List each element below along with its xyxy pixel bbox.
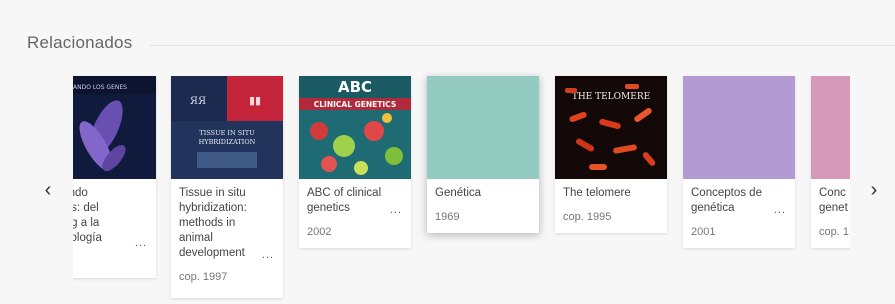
book-card[interactable]: Genética 1969 <box>427 76 539 233</box>
svg-text:▮▮: ▮▮ <box>249 94 261 107</box>
svg-text:ЯЯ: ЯЯ <box>190 96 206 107</box>
book-card[interactable]: Conceptos de genética ... 2001 <box>683 76 795 248</box>
book-year: cop. 1 <box>819 226 849 238</box>
book-cover: ABC CLINICAL GENETICS <box>299 76 411 179</box>
book-cover: ANDO LOS GENES <box>73 76 156 179</box>
section-header: Relacionados <box>27 28 895 58</box>
chevron-right-icon: › <box>870 178 878 201</box>
book-title: Tissue in situ hybridization: methods in… <box>179 187 247 259</box>
book-meta: Tissue in situ hybridization: methods in… <box>171 179 283 291</box>
more-options-icon[interactable]: ... <box>390 204 402 216</box>
book-meta: ABC of clinical genetics ... 2002 <box>299 179 411 246</box>
book-title: The telomere <box>563 187 631 199</box>
book-card[interactable]: THE TELOMERE The telomere cop. 1995 <box>555 76 667 233</box>
book-cover: ЯЯ ▮▮ TISSUE IN SITU HYBRIDIZATION <box>171 76 283 179</box>
more-options-icon[interactable]: ... <box>135 237 147 249</box>
book-cover <box>683 76 795 179</box>
book-title: Genética <box>435 187 482 199</box>
carousel-viewport: ANDO LOS GENES orando enes: del oang a l… <box>73 72 850 304</box>
book-cover <box>427 76 539 179</box>
book-card[interactable]: ABC CLINICAL GENETICS ABC of clinical ge… <box>299 76 411 248</box>
book-title: ABC of clinical genetics <box>307 187 382 214</box>
book-title: Conc genet <box>819 187 848 214</box>
more-options-icon[interactable]: ... <box>774 204 786 216</box>
book-year: 2002 <box>307 226 332 238</box>
book-meta: The telomere cop. 1995 <box>555 179 667 231</box>
book-cover: THE TELOMERE <box>555 76 667 179</box>
more-options-icon[interactable]: ... <box>262 249 274 261</box>
book-card[interactable]: ЯЯ ▮▮ TISSUE IN SITU HYBRIDIZATION Tissu… <box>171 76 283 298</box>
book-meta: Genética 1969 <box>427 179 539 231</box>
book-year: 2001 <box>691 226 716 238</box>
book-year: cop. 1995 <box>563 211 612 223</box>
svg-text:TISSUE IN SITU: TISSUE IN SITU <box>199 129 255 137</box>
svg-text:ANDO LOS GENES: ANDO LOS GENES <box>73 84 127 91</box>
carousel-next-button[interactable]: › <box>864 178 884 202</box>
svg-text:HYBRIDIZATION: HYBRIDIZATION <box>199 138 256 146</box>
book-meta: Conceptos de genética ... 2001 <box>683 179 795 246</box>
book-meta: orando enes: del oang a la a biología ..… <box>73 179 156 254</box>
section-divider <box>150 44 895 46</box>
book-year: cop. 1997 <box>179 271 228 283</box>
book-cover <box>811 76 850 179</box>
svg-text:THE TELOMERE: THE TELOMERE <box>572 92 650 102</box>
svg-text:ABC: ABC <box>338 78 372 96</box>
svg-text:CLINICAL GENETICS: CLINICAL GENETICS <box>314 100 396 109</box>
section-title: Relacionados <box>27 33 133 52</box>
book-card[interactable]: Conc genet cop. 1 <box>811 76 850 248</box>
book-card[interactable]: ANDO LOS GENES orando enes: del oang a l… <box>73 76 156 278</box>
book-year: 1969 <box>435 211 460 223</box>
carousel-prev-button[interactable]: ‹ <box>38 178 58 202</box>
chevron-left-icon: ‹ <box>44 178 52 201</box>
book-meta: Conc genet cop. 1 <box>811 179 850 246</box>
related-section: Relacionados ‹ › ANDO LOS GENES o <box>0 0 895 304</box>
book-title: Conceptos de genética <box>691 187 762 214</box>
